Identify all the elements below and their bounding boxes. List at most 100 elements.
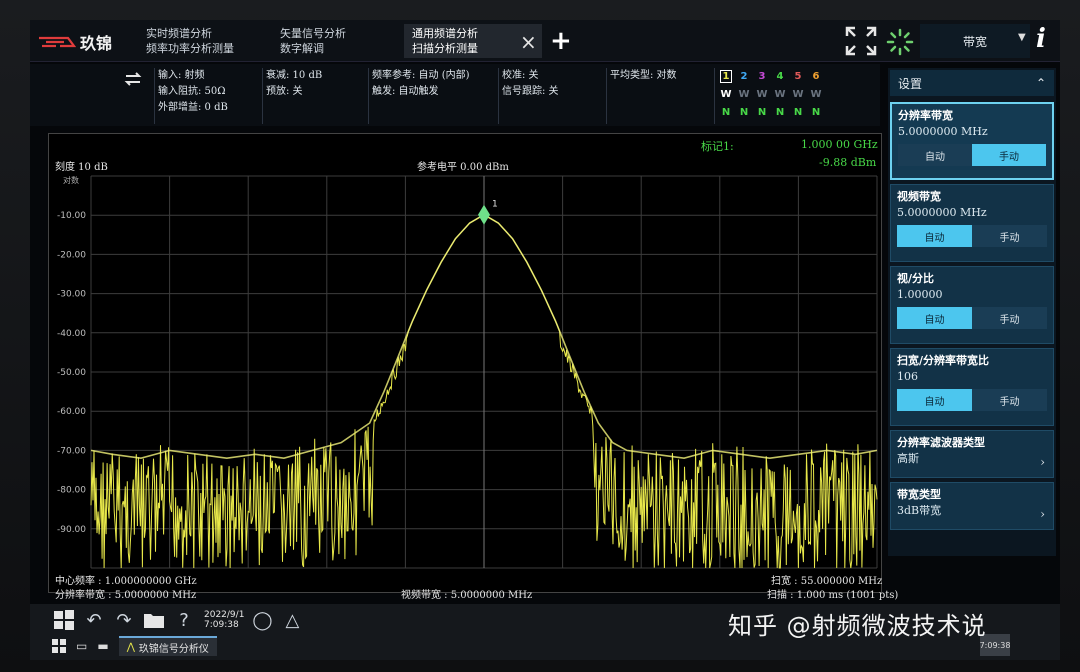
tab-realtime-spectrum[interactable]: 实时频谱分析 频率功率分析测量 <box>138 24 242 58</box>
span-rbw-mode-toggle[interactable]: 自动 手动 <box>897 389 1047 411</box>
trace-1-dets[interactable]: N <box>720 107 732 118</box>
vbw-rbw-value: 1.00000 <box>897 288 943 301</box>
trace-4-modes[interactable]: W <box>774 89 786 100</box>
span-rbw-title: 扫宽/分辨率带宽比 <box>897 354 990 367</box>
trace-5-nums[interactable]: 5 <box>792 71 804 82</box>
vbw-rbw-card[interactable]: 视/分比 1.00000 自动 手动 <box>890 266 1054 344</box>
settings-panel: 设置 ⌃ 分辨率带宽 5.0000000 MHz 自动 手动 视频带宽 5.00… <box>888 68 1056 556</box>
y-tick-label: -60.00 <box>57 407 86 417</box>
vbw-manual-button[interactable]: 手动 <box>972 225 1047 247</box>
input-params[interactable]: 输入: 射频 输入阻抗: 50Ω 外部增益: 0 dB <box>158 68 228 116</box>
help-icon[interactable]: ? <box>172 608 196 632</box>
trace-6-dets[interactable]: N <box>810 107 822 118</box>
vbw-rbw-manual-button[interactable]: 手动 <box>972 307 1047 329</box>
ref-trigger-params[interactable]: 频率参考: 自动 (内部) 触发: 自动触发 <box>372 68 470 100</box>
brand-name: 玖锦 <box>80 34 113 53</box>
spectrum-graph[interactable]: -10.00 -20.00 -30.00 -40.00 -50.00 -60.00 -70.… <box>48 133 898 601</box>
vbw-rbw-mode-toggle[interactable]: 自动 手动 <box>897 307 1047 329</box>
rbw-value: 5.0000000 MHz <box>898 125 988 138</box>
vbw-card[interactable]: 视频带宽 5.0000000 MHz 自动 手动 <box>890 184 1054 262</box>
trace-3-nums[interactable]: 3 <box>756 71 768 82</box>
span-rbw-value: 106 <box>897 370 918 383</box>
trace-6-modes[interactable]: W <box>810 89 822 100</box>
rbw-auto-button[interactable]: 自动 <box>898 144 972 166</box>
busy-spinner-icon <box>886 28 914 56</box>
divider <box>606 68 607 124</box>
chevron-up-icon[interactable]: ⌃ <box>1036 76 1046 90</box>
span-rbw-auto-button[interactable]: 自动 <box>897 389 972 411</box>
divider <box>714 68 715 124</box>
trace-3-modes[interactable]: W <box>756 89 768 100</box>
trace-3-dets[interactable]: N <box>756 107 768 118</box>
span-rbw-card[interactable]: 扫宽/分辨率带宽比 106 自动 手动 <box>890 348 1054 426</box>
trace-5-modes[interactable]: W <box>792 89 804 100</box>
close-tab-icon[interactable]: × <box>520 30 537 54</box>
tab-vector-signal[interactable]: 矢量信号分析 数字解调 <box>272 24 354 58</box>
trace-1-nums[interactable]: 1 <box>720 69 732 83</box>
windows-logo-icon[interactable] <box>52 608 76 632</box>
trace-2-modes[interactable]: W <box>738 89 750 100</box>
param-preamp: 预放: 关 <box>266 86 303 97</box>
task-view-icon[interactable]: ▭ <box>76 639 87 653</box>
trace-1-modes[interactable]: W <box>720 89 732 100</box>
taskbar-toolbar: ↶ ↷ ? 2022/9/1 7:09:38 ◯ △ <box>52 608 304 632</box>
fullscreen-icon[interactable] <box>845 26 877 56</box>
spectrum-plot[interactable]: -10.00 -20.00 -30.00 -40.00 -50.00 -60.00 -70.… <box>49 134 883 594</box>
info-icon[interactable]: i <box>1036 24 1046 54</box>
tab-sublabel: 频率功率分析测量 <box>146 42 234 55</box>
y-tick-label: -10.00 <box>57 211 86 221</box>
rbw-manual-button[interactable]: 手动 <box>972 144 1046 166</box>
vbw-mode-toggle[interactable]: 自动 手动 <box>897 225 1047 247</box>
param-ext-gain: 外部增益: 0 dB <box>158 102 228 113</box>
trace-2-dets[interactable]: N <box>738 107 750 118</box>
divider <box>154 68 155 124</box>
tab-sublabel: 数字解调 <box>280 42 324 55</box>
atten-params[interactable]: 衰减: 10 dB 预放: 关 <box>266 68 322 100</box>
rbw-mode-toggle[interactable]: 自动 手动 <box>898 144 1046 166</box>
y-tick-label: -90.00 <box>57 525 86 535</box>
brand-logo-icon <box>39 36 76 48</box>
y-tick-label: -70.00 <box>57 446 86 456</box>
explorer-icon[interactable]: ▬ <box>97 639 108 653</box>
rbw-filter-type-card[interactable]: 分辨率滤波器类型 高斯 › <box>890 430 1054 478</box>
vbw-auto-button[interactable]: 自动 <box>897 225 972 247</box>
undo-icon[interactable]: ↶ <box>82 608 106 632</box>
warning-triangle-icon[interactable]: △ <box>280 608 304 632</box>
trace-4-dets[interactable]: N <box>774 107 786 118</box>
marker-freq: 1.000 00 GHz <box>801 138 878 151</box>
trace-indicator[interactable]: 123456 WWWWWW NNNNNN <box>720 67 822 121</box>
vbw-title: 视频带宽 <box>897 190 941 203</box>
vbw-rbw-auto-button[interactable]: 自动 <box>897 307 972 329</box>
tab-label: 通用频谱分析 <box>412 27 478 40</box>
folder-icon[interactable] <box>142 608 166 632</box>
calibration-params[interactable]: 校准: 关 信号跟踪: 关 <box>502 68 559 100</box>
marker-1-number: 1 <box>492 200 498 210</box>
brand: 玖锦 <box>38 30 112 54</box>
redo-icon[interactable]: ↷ <box>112 608 136 632</box>
rbw-card[interactable]: 分辨率带宽 5.0000000 MHz 自动 手动 <box>890 102 1054 180</box>
span-label: 扫宽 : 55.000000 MHz <box>771 576 883 587</box>
settings-panel-header[interactable]: 设置 ⌃ <box>890 70 1054 96</box>
top-bar: 玖锦 实时频谱分析 频率功率分析测量 矢量信号分析 数字解调 通用频谱分析 扫描… <box>30 20 1060 62</box>
chat-bubble-icon[interactable]: ◯ <box>250 608 274 632</box>
trace-2-nums[interactable]: 2 <box>738 71 750 82</box>
chevron-down-icon[interactable]: ▼ <box>1018 32 1026 43</box>
sync-icon[interactable] <box>122 68 144 90</box>
start-icon[interactable] <box>52 639 66 653</box>
span-rbw-manual-button[interactable]: 手动 <box>972 389 1047 411</box>
trace-6-nums[interactable]: 6 <box>810 71 822 82</box>
average-params[interactable]: 平均类型: 对数 <box>610 68 677 84</box>
time-text: 7:09:38 <box>204 620 239 630</box>
analyzer-app-button[interactable]: ⋀ 玖锦信号分析仪 <box>118 636 217 656</box>
bw-type-card[interactable]: 带宽类型 3dB带宽 › <box>890 482 1054 530</box>
param-atten: 衰减: 10 dB <box>266 70 323 81</box>
add-tab-icon[interactable]: + <box>550 26 572 56</box>
trace-4-nums[interactable]: 4 <box>774 71 786 82</box>
bandwidth-menu-button[interactable]: 带宽 <box>920 24 1030 58</box>
tab-sublabel: 扫描分析测量 <box>412 42 478 55</box>
marker-label: 标记1: <box>701 140 734 153</box>
tab-label: 实时频谱分析 <box>146 27 212 40</box>
param-freq-ref: 频率参考: 自动 (内部) <box>372 70 470 81</box>
sweep-label: 扫描 : 1.000 ms (1001 pts) <box>767 590 899 601</box>
trace-5-dets[interactable]: N <box>792 107 804 118</box>
